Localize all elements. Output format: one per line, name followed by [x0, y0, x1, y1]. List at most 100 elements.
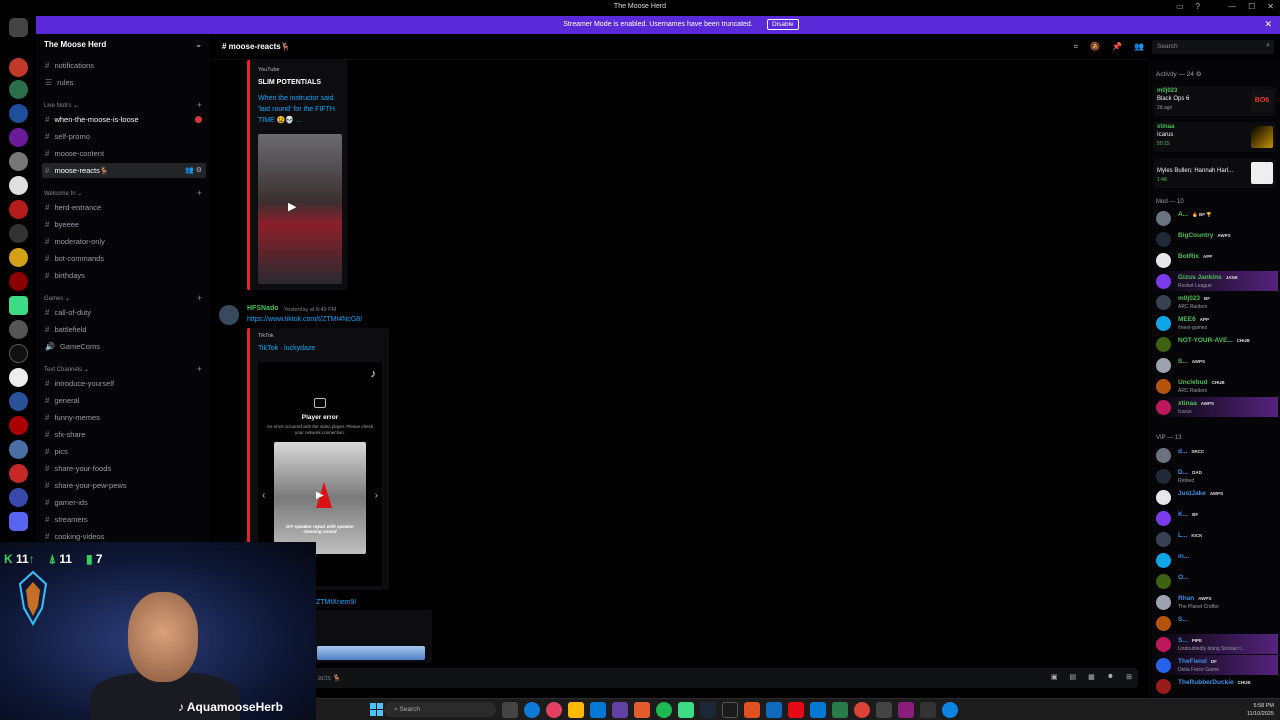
app-icon[interactable]: [678, 702, 694, 718]
server-icon[interactable]: [9, 104, 28, 123]
avatar[interactable]: [1156, 595, 1171, 610]
avatar[interactable]: [1156, 295, 1171, 310]
app-icon[interactable]: [546, 702, 562, 718]
category-header[interactable]: Text Channels ⌄ +: [44, 364, 204, 374]
member-row[interactable]: Gizus Jankins JANK Rocket League: [1154, 271, 1278, 291]
direct-messages-icon[interactable]: [9, 18, 28, 37]
gif-icon[interactable]: ▤: [1070, 673, 1077, 681]
avatar[interactable]: [1156, 553, 1171, 568]
app-icon[interactable]: [634, 702, 650, 718]
plus-icon[interactable]: +: [197, 364, 202, 374]
settings-icon[interactable]: 👥 ⚙: [185, 163, 202, 178]
server-icon[interactable]: [9, 344, 28, 363]
help-icon[interactable]: ?: [1196, 2, 1200, 11]
member-row[interactable]: BigCountry AWPS: [1154, 229, 1278, 249]
channel-item-active[interactable]: # moose-reacts🦌 👥 ⚙: [42, 163, 206, 178]
channel-item[interactable]: # self-promo: [42, 129, 206, 144]
app-icon[interactable]: [744, 702, 760, 718]
category-header[interactable]: Games ⌄ +: [44, 293, 204, 303]
avatar[interactable]: [1156, 379, 1171, 394]
avatar[interactable]: [1156, 316, 1171, 331]
steam-icon[interactable]: [722, 702, 738, 718]
app-icon[interactable]: [942, 702, 958, 718]
chevron-right-icon[interactable]: ›: [375, 490, 378, 501]
server-icon[interactable]: [9, 248, 28, 267]
avatar[interactable]: [1156, 574, 1171, 589]
message-author[interactable]: HFSNado: [247, 305, 279, 312]
member-row[interactable]: Unclebud CHUB ARC Raiders: [1154, 376, 1278, 396]
server-icon[interactable]: [9, 416, 28, 435]
member-row[interactable]: D... DAD Retired: [1154, 466, 1278, 486]
embed-image[interactable]: [317, 646, 425, 660]
server-icon[interactable]: [9, 488, 28, 507]
app-icon[interactable]: [898, 702, 914, 718]
file-explorer-icon[interactable]: [568, 702, 584, 718]
edge-icon[interactable]: [524, 702, 540, 718]
windows-start-icon[interactable]: [370, 703, 383, 716]
task-view-icon[interactable]: [502, 702, 518, 718]
spotify-icon[interactable]: [656, 702, 672, 718]
server-icon[interactable]: [9, 512, 28, 531]
avatar[interactable]: [1156, 490, 1171, 505]
play-icon[interactable]: ▶: [316, 490, 324, 501]
server-header[interactable]: The Moose Herd ⌄: [36, 40, 210, 56]
server-icon[interactable]: [9, 440, 28, 459]
inbox-icon[interactable]: ▭: [1176, 2, 1184, 11]
channel-item[interactable]: # introduce-yourself: [42, 376, 206, 391]
voice-channel-item[interactable]: 🔊 GameComs: [42, 339, 206, 354]
app-icon[interactable]: [590, 702, 606, 718]
category-header[interactable]: Live Noti's ⌄ +: [44, 100, 204, 110]
server-icon[interactable]: [9, 200, 28, 219]
channel-item[interactable]: # gamer-ids: [42, 495, 206, 510]
sticker-icon[interactable]: ▦: [1088, 673, 1095, 681]
avatar[interactable]: [1156, 448, 1171, 463]
app-icon[interactable]: [876, 702, 892, 718]
avatar[interactable]: [1156, 211, 1171, 226]
avatar[interactable]: [1156, 679, 1171, 694]
close-icon[interactable]: ✕: [1264, 19, 1272, 30]
system-clock[interactable]: 5:58 PM 11/10/2025: [1247, 702, 1274, 718]
server-icon[interactable]: [9, 224, 28, 243]
play-icon[interactable]: ▶: [288, 200, 296, 213]
avatar[interactable]: [1156, 658, 1171, 673]
search-input[interactable]: Search ⌕: [1152, 40, 1274, 54]
outlook-icon[interactable]: [766, 702, 782, 718]
message-link[interactable]: /ZTMtXnem9/: [314, 599, 356, 606]
app-icon[interactable]: [920, 702, 936, 718]
chrome-icon[interactable]: [854, 702, 870, 718]
avatar[interactable]: [1156, 232, 1171, 247]
avatar[interactable]: [1156, 637, 1171, 652]
member-row[interactable]: MEE6 APP/meet-games: [1154, 313, 1278, 333]
avatar[interactable]: [1156, 253, 1171, 268]
avatar[interactable]: [1156, 358, 1171, 373]
channel-item[interactable]: # birthdays: [42, 268, 206, 283]
plus-icon[interactable]: +: [197, 100, 202, 110]
embed-title-link[interactable]: TikTok · luckydaze: [258, 343, 315, 354]
server-icon[interactable]: [9, 128, 28, 147]
channel-item[interactable]: # general: [42, 393, 206, 408]
member-row[interactable]: NOT-YOUR-AVE... CHUB: [1154, 334, 1278, 354]
channel-item[interactable]: # share-your-pew-pews: [42, 478, 206, 493]
activity-card[interactable]: m0j023 Black Ops 6 2d ago BO6: [1154, 86, 1276, 116]
disable-streamer-mode-button[interactable]: Disable: [767, 19, 799, 30]
gift-icon[interactable]: ▣: [1051, 673, 1058, 681]
avatar[interactable]: [1156, 469, 1171, 484]
member-row[interactable]: S... PIPE Undoubtedly doing Stonian t...: [1154, 634, 1278, 654]
emoji-icon[interactable]: ☻: [1107, 673, 1114, 681]
minimize-button[interactable]: —: [1228, 2, 1236, 11]
plus-icon[interactable]: +: [197, 188, 202, 198]
activity-card[interactable]: xtinaa Icarus 50:15: [1154, 122, 1276, 152]
channel-item[interactable]: # funny-memes: [42, 410, 206, 425]
server-icon[interactable]: [9, 152, 28, 171]
server-icon[interactable]: [9, 392, 28, 411]
member-row[interactable]: A... 🔥 BF 🏆: [1154, 208, 1278, 228]
member-row[interactable]: K... BF: [1154, 508, 1278, 528]
member-row[interactable]: m0j023 BF ARC Raiders: [1154, 292, 1278, 312]
avatar[interactable]: [219, 305, 239, 325]
server-icon[interactable]: [9, 58, 28, 77]
channel-item[interactable]: # notifications: [42, 58, 206, 73]
close-window-button[interactable]: ✕: [1267, 2, 1274, 11]
server-icon[interactable]: [9, 272, 28, 291]
member-row[interactable]: TheFiend DF Delta Force Game: [1154, 655, 1278, 675]
channel-item[interactable]: # share-your-foods: [42, 461, 206, 476]
